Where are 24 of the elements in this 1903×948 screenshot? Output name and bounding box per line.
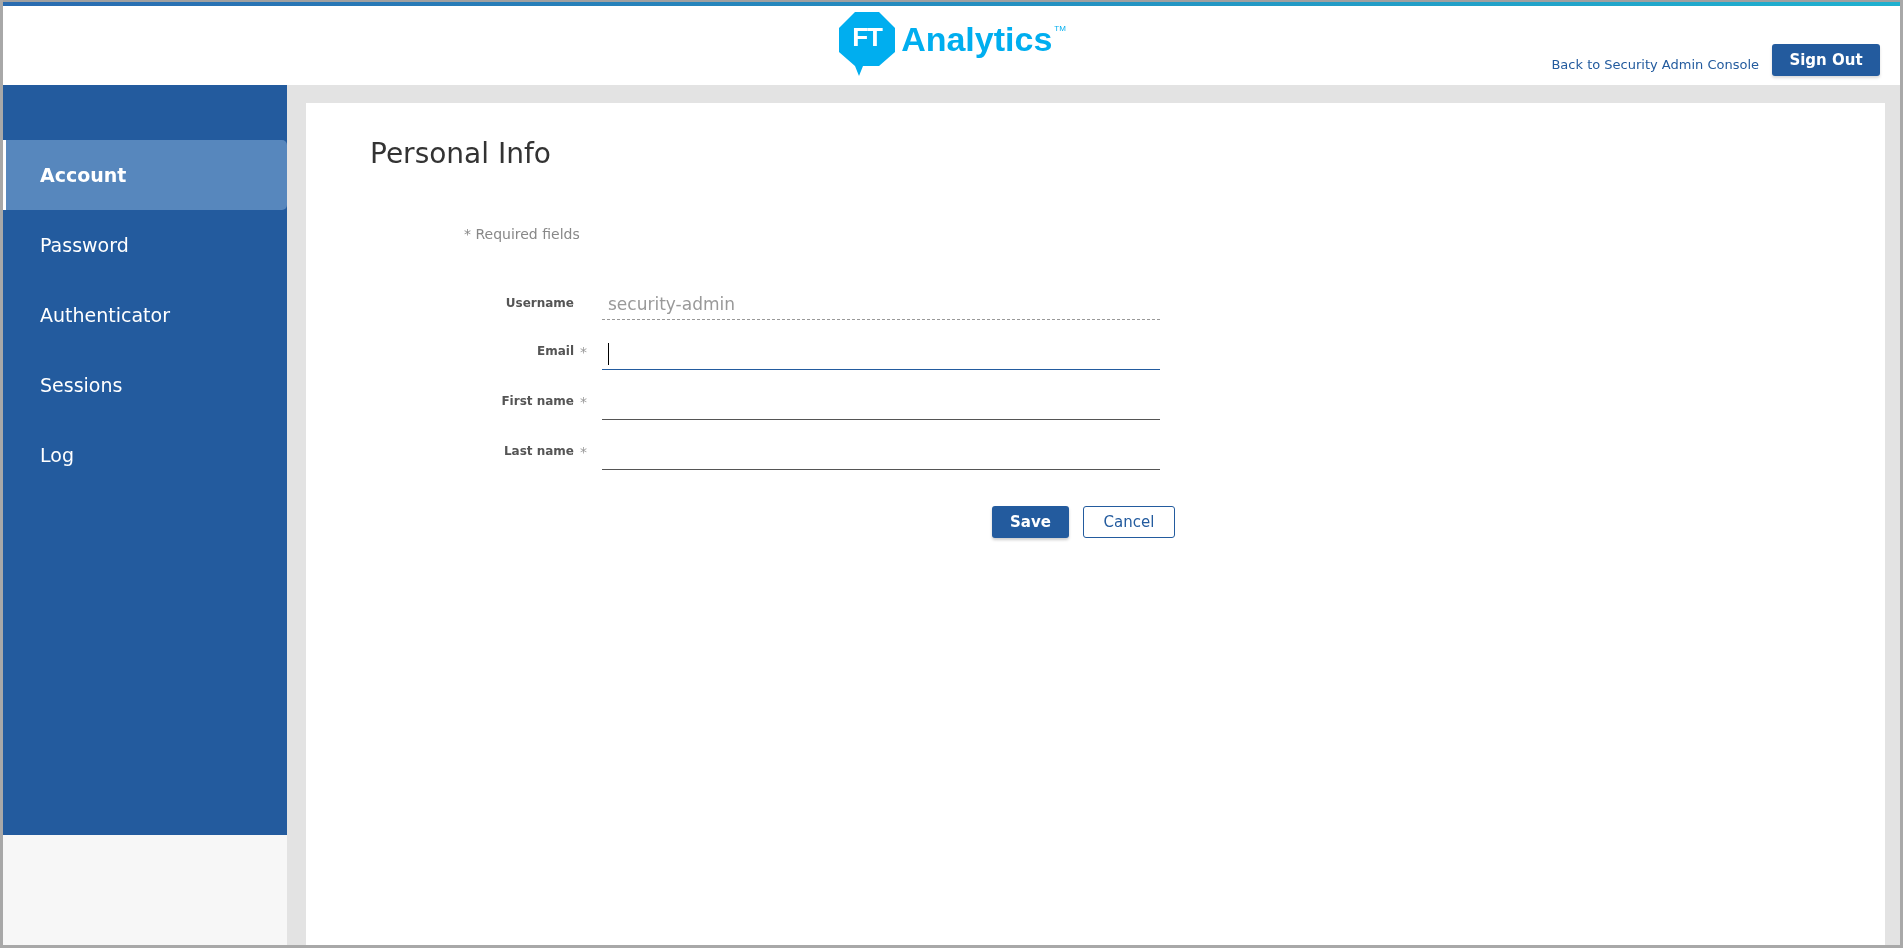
back-link[interactable]: Back to Security Admin Console bbox=[1551, 56, 1759, 72]
required-asterisk: * bbox=[580, 394, 588, 410]
field-label: Username bbox=[505, 296, 574, 310]
sidebar-item[interactable]: Authenticator bbox=[3, 280, 287, 350]
username-value: security-admin bbox=[602, 288, 1160, 320]
logo-text: Analytics bbox=[901, 19, 1053, 59]
cancel-button[interactable]: Cancel bbox=[1083, 506, 1175, 538]
required-asterisk: * bbox=[580, 344, 588, 360]
sidebar-item[interactable]: Account bbox=[3, 140, 287, 210]
required-asterisk: * bbox=[580, 444, 588, 460]
sidebar-item[interactable]: Password bbox=[3, 210, 287, 280]
required-fields-note: * Required fields bbox=[464, 226, 581, 242]
logo-badge-text: FT bbox=[851, 21, 884, 53]
field-label: Email bbox=[536, 344, 574, 358]
sidebar-item[interactable]: Sessions bbox=[3, 350, 287, 420]
sidebar-item[interactable]: Log bbox=[3, 420, 287, 490]
speech-bubble-icon bbox=[837, 9, 898, 76]
page-title: Personal Info bbox=[370, 137, 552, 170]
save-button[interactable]: Save bbox=[992, 506, 1069, 538]
sign-out-button[interactable]: Sign Out bbox=[1772, 44, 1880, 76]
field-label: Last name bbox=[503, 444, 574, 458]
text-cursor bbox=[608, 342, 609, 365]
field-label: First name bbox=[501, 394, 574, 408]
trademark-text: TM bbox=[1054, 23, 1066, 33]
